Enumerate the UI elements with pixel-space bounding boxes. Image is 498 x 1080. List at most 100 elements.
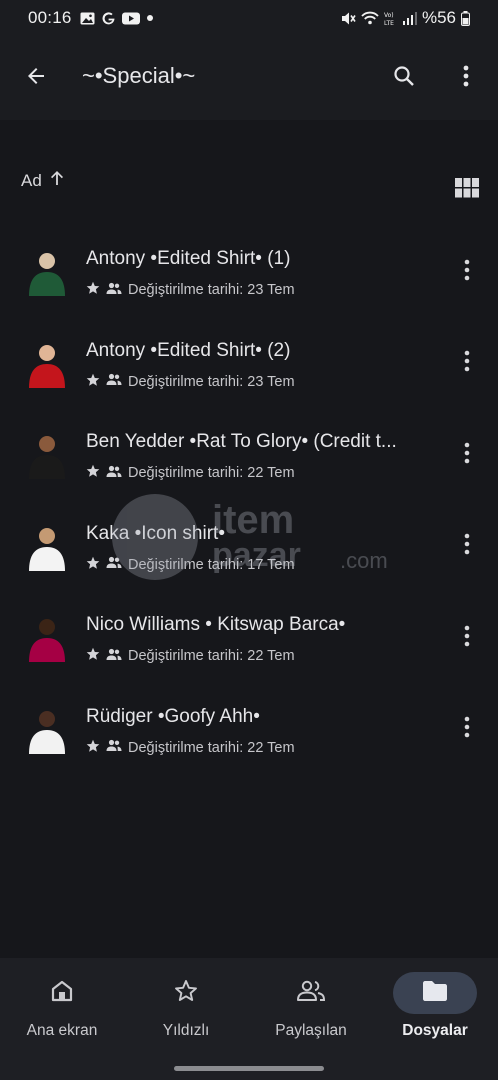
battery-icon (461, 10, 470, 26)
star-outline-icon (173, 978, 199, 1009)
file-meta: Değiştirilme tarihi: 23 Tem (86, 281, 295, 299)
sort-toggle[interactable]: Ad (21, 170, 64, 191)
shared-icon (106, 373, 122, 390)
file-more-button[interactable] (456, 624, 478, 652)
nav-item-files[interactable]: Dosyalar (380, 972, 490, 1052)
status-right-icons: Vo) LTE %56 (340, 8, 470, 28)
file-thumbnail (22, 612, 72, 662)
file-name: Antony •Edited Shirt• (1) (86, 248, 291, 269)
more-vert-icon (464, 350, 470, 377)
modified-date: Değiştirilme tarihi: 22 Tem (128, 648, 295, 664)
folder-icon (421, 980, 449, 1007)
nav-label-home: Ana ekran (26, 1022, 98, 1039)
modified-date: Değiştirilme tarihi: 22 Tem (128, 739, 295, 756)
people-icon (296, 979, 326, 1008)
nav-pill-shared (269, 972, 353, 1014)
nav-pill-home (20, 972, 104, 1014)
nav-pill-files (393, 972, 477, 1014)
modified-date: Değiştirilme tarihi: 23 Tem (128, 373, 295, 390)
file-list: Antony •Edited Shirt• (1) Değiştirilme t… (0, 228, 498, 777)
file-name: Antony •Edited Shirt• (2) (86, 339, 291, 361)
nav-item-home[interactable]: Ana ekran (7, 972, 117, 1052)
modified-date: Değiştirilme tarihi: 22 Tem (128, 465, 295, 481)
modified-date: Değiştirilme tarihi: 17 Tem (128, 556, 295, 573)
file-name: Kaka •Icon shirt• (86, 522, 225, 544)
file-name: Ben Yedder •Rat To Glory• (Credit t... (86, 431, 397, 452)
file-meta: Değiştirilme tarihi: 17 Tem (86, 556, 295, 574)
file-meta: Değiştirilme tarihi: 22 Tem (86, 739, 295, 757)
file-thumbnail (22, 704, 72, 754)
file-meta: Değiştirilme tarihi: 22 Tem (86, 464, 295, 482)
star-icon (86, 464, 100, 482)
gallery-icon (80, 12, 95, 25)
shared-icon (106, 648, 122, 665)
file-more-button[interactable] (456, 533, 478, 561)
shared-icon (106, 465, 122, 482)
dot-icon (146, 14, 154, 22)
star-icon (86, 647, 100, 665)
file-more-button[interactable] (456, 441, 478, 469)
star-icon (86, 556, 100, 574)
nav-pill-starred (144, 972, 228, 1014)
wifi-icon (361, 11, 379, 25)
grid-view-button[interactable] (455, 178, 479, 200)
search-icon (392, 64, 416, 93)
grid-view-icon (455, 178, 479, 202)
status-left-icons (80, 11, 154, 26)
more-options-button[interactable] (452, 62, 480, 94)
file-more-button[interactable] (456, 258, 478, 286)
file-thumbnail (22, 338, 72, 388)
modified-date: Değiştirilme tarihi: 23 Tem (128, 282, 295, 298)
file-more-button[interactable] (456, 350, 478, 378)
file-thumbnail (22, 521, 72, 571)
nav-item-shared[interactable]: Paylaşılan (256, 972, 366, 1052)
file-thumbnail (22, 429, 72, 479)
nav-label-files: Dosyalar (402, 1022, 468, 1039)
file-meta: Değiştirilme tarihi: 22 Tem (86, 647, 295, 665)
back-arrow-icon (24, 64, 48, 93)
bottom-navigation: Ana ekran Yıldızlı Paylaşılan Dosyalar (0, 958, 498, 1080)
more-vert-icon (464, 625, 470, 652)
file-row[interactable]: Nico Williams • Kitswap Barca• Değiştiri… (0, 594, 498, 686)
file-row[interactable]: Antony •Edited Shirt• (1) Değiştirilme t… (0, 228, 498, 320)
nav-label-starred: Yıldızlı (162, 1022, 210, 1039)
home-icon (49, 978, 75, 1009)
nav-label-shared: Paylaşılan (275, 1022, 347, 1039)
file-name: Nico Williams • Kitswap Barca• (86, 614, 346, 635)
youtube-icon (121, 12, 140, 25)
star-icon (86, 739, 100, 757)
svg-text:Vo): Vo) (384, 12, 394, 19)
arrow-up-icon (50, 170, 64, 191)
signal-icon (402, 11, 417, 25)
file-row[interactable]: Rüdiger •Goofy Ahh• Değiştirilme tarihi:… (0, 686, 498, 778)
sort-label: Ad (21, 170, 42, 190)
file-row[interactable]: Kaka •Icon shirt• Değiştirilme tarihi: 1… (0, 503, 498, 595)
volte-icon: Vo) LTE (384, 11, 398, 26)
svg-text:LTE: LTE (384, 20, 394, 26)
shared-icon (106, 556, 122, 573)
shared-icon (106, 282, 122, 299)
nav-item-starred[interactable]: Yıldızlı (131, 972, 241, 1052)
file-row[interactable]: Ben Yedder •Rat To Glory• (Credit t... D… (0, 411, 498, 503)
folder-title: ~•Special•~ (82, 63, 196, 88)
file-meta: Değiştirilme tarihi: 23 Tem (86, 373, 295, 391)
more-vert-icon (464, 533, 470, 560)
more-vert-icon (464, 442, 470, 469)
file-more-button[interactable] (456, 716, 478, 744)
mute-icon (340, 11, 356, 26)
star-icon (86, 281, 100, 299)
app-bar: ~•Special•~ (0, 36, 498, 120)
shared-icon (106, 739, 122, 756)
file-name: Rüdiger •Goofy Ahh• (86, 705, 260, 727)
home-indicator[interactable] (174, 1066, 324, 1071)
status-bar: 00:16 Vo) LTE %56 (0, 0, 498, 36)
google-icon (101, 11, 116, 26)
search-button[interactable] (388, 62, 420, 94)
star-icon (86, 373, 100, 391)
more-vert-icon (464, 716, 470, 743)
status-time: 00:16 (28, 8, 72, 27)
back-button[interactable] (20, 62, 52, 94)
more-vert-icon (463, 65, 469, 92)
file-row[interactable]: Antony •Edited Shirt• (2) Değiştirilme t… (0, 320, 498, 412)
file-thumbnail (22, 246, 72, 296)
